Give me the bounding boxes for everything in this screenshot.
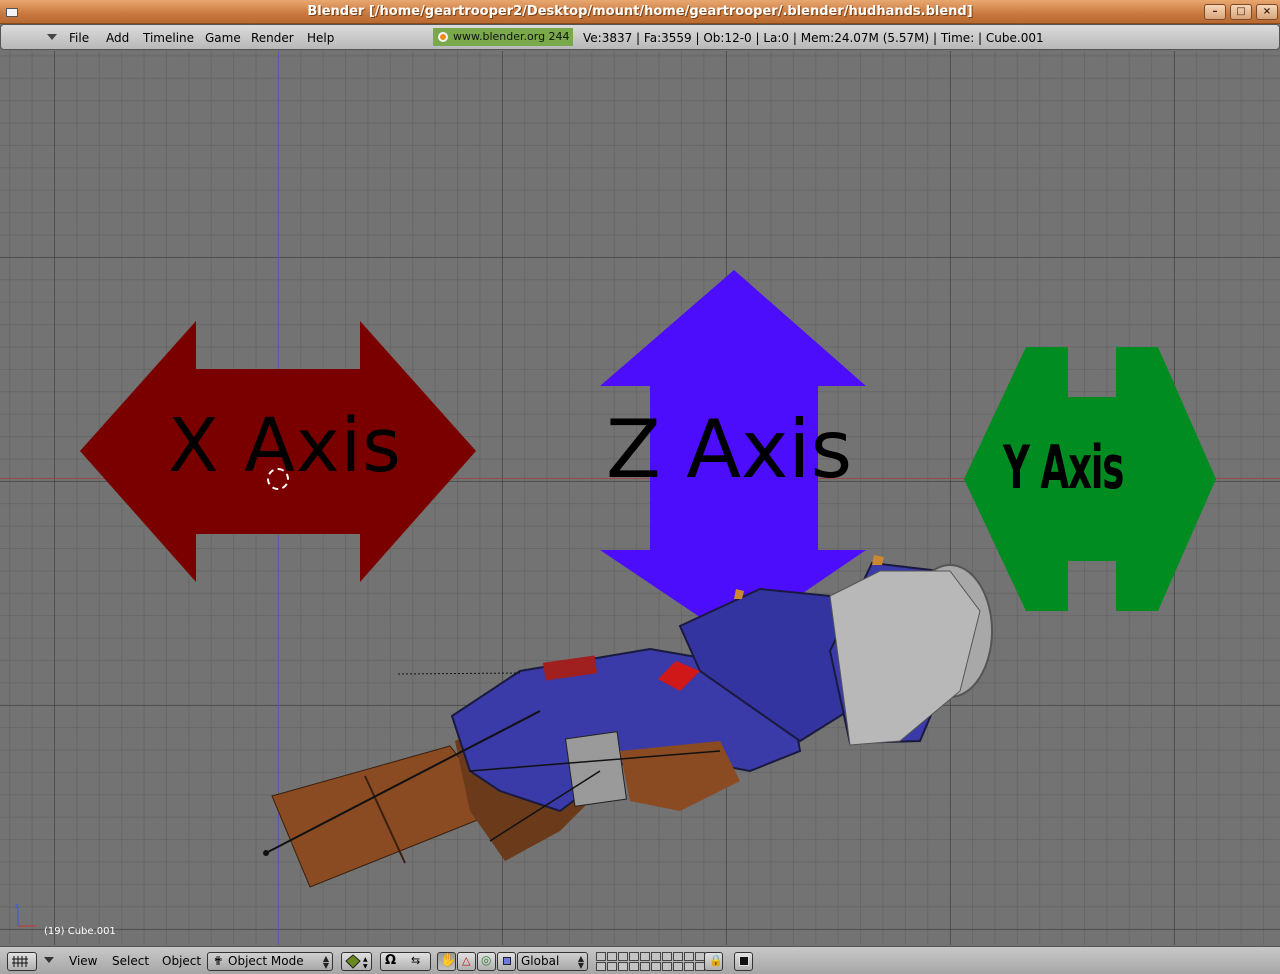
rotate-manipulator-icon: ◎ bbox=[481, 953, 492, 967]
manipulator-toggle[interactable]: ✋ bbox=[437, 952, 456, 971]
lock-icon: 🔒 bbox=[709, 954, 723, 967]
info-header: File Add Timeline Game Render Help www.b… bbox=[0, 24, 1280, 50]
view-axis-gizmo-icon: z bbox=[15, 904, 36, 927]
3d-view-header: View Select Object ✟ Object Mode ▲ ▼ ▲ ▼ … bbox=[0, 946, 1280, 974]
menu-render[interactable]: Render bbox=[251, 31, 294, 45]
editor-type-button[interactable] bbox=[7, 952, 37, 971]
snap-icon[interactable]: ⇆ bbox=[411, 954, 420, 967]
object-mode-icon: ✟ bbox=[213, 954, 224, 968]
updown-arrows-icon: ▲ ▼ bbox=[322, 954, 329, 970]
scale-manipulator[interactable] bbox=[497, 952, 516, 971]
svg-text:▼: ▼ bbox=[363, 963, 368, 970]
lock-layers-button[interactable]: 🔒 bbox=[704, 952, 723, 971]
scene-stats: Ve:3837 | Fa:3559 | Ob:12-0 | La:0 | Mem… bbox=[583, 31, 1044, 45]
chevron-down-icon[interactable] bbox=[44, 957, 54, 963]
3d-cursor-icon[interactable] bbox=[267, 468, 289, 490]
shading-icon: ▲ ▼ bbox=[345, 954, 368, 970]
svg-text:z: z bbox=[15, 904, 19, 910]
maximize-button[interactable]: □ bbox=[1230, 4, 1252, 20]
orientation-value: Global bbox=[521, 954, 560, 968]
mode-select[interactable]: ✟ Object Mode ▲ ▼ bbox=[207, 952, 333, 971]
menu-game[interactable]: Game bbox=[205, 31, 241, 45]
updown-arrows-icon: ▲ ▼ bbox=[577, 954, 584, 970]
pivot-snap-group[interactable]: Ω ⇆ bbox=[380, 952, 431, 971]
menu-object[interactable]: Object bbox=[162, 954, 201, 968]
translate-manipulator[interactable]: △ bbox=[457, 952, 476, 971]
menu-select[interactable]: Select bbox=[112, 954, 149, 968]
translate-manipulator-icon: △ bbox=[462, 954, 471, 967]
orientation-select[interactable]: Global ▲ ▼ bbox=[517, 952, 588, 971]
draw-type-button[interactable]: ▲ ▼ bbox=[341, 952, 372, 971]
hand-icon: ✋ bbox=[440, 953, 457, 968]
menu-timeline[interactable]: Timeline bbox=[143, 31, 194, 45]
header-collapse-icon[interactable] bbox=[47, 34, 57, 40]
minimize-button[interactable]: – bbox=[1204, 4, 1226, 20]
z-axis-label: Z Axis bbox=[606, 403, 853, 496]
y-axis-label: Y Axis bbox=[1003, 433, 1124, 503]
3d-viewport[interactable]: X Axis Z Axis Y Axis z (19) Cube.001 bbox=[0, 51, 1280, 945]
pivot-icon[interactable]: Ω bbox=[385, 953, 396, 968]
active-object-info: (19) Cube.001 bbox=[44, 926, 116, 937]
menu-help[interactable]: Help bbox=[307, 31, 334, 45]
render-view-button[interactable] bbox=[734, 952, 753, 971]
menu-add[interactable]: Add bbox=[106, 31, 129, 45]
blender-site-label: www.blender.org 244 bbox=[453, 30, 570, 43]
mode-select-value: Object Mode bbox=[228, 954, 304, 968]
hand-model bbox=[263, 555, 993, 888]
render-icon bbox=[739, 956, 749, 966]
layer-buttons-1[interactable] bbox=[596, 952, 650, 971]
menu-view[interactable]: View bbox=[69, 954, 97, 968]
grid-icon bbox=[12, 956, 28, 967]
layer-buttons-2[interactable] bbox=[651, 952, 705, 971]
scale-manipulator-icon bbox=[503, 957, 511, 965]
window-title: Blender [/home/geartrooper2/Desktop/moun… bbox=[307, 4, 973, 19]
svg-text:▲: ▲ bbox=[363, 956, 368, 963]
rotate-manipulator[interactable]: ◎ bbox=[477, 952, 496, 971]
blender-site-link[interactable]: www.blender.org 244 bbox=[433, 28, 573, 46]
menu-file[interactable]: File bbox=[69, 31, 89, 45]
close-button[interactable]: × bbox=[1256, 4, 1278, 20]
blender-logo-icon bbox=[438, 32, 448, 42]
window-titlebar: Blender [/home/geartrooper2/Desktop/moun… bbox=[0, 0, 1280, 24]
